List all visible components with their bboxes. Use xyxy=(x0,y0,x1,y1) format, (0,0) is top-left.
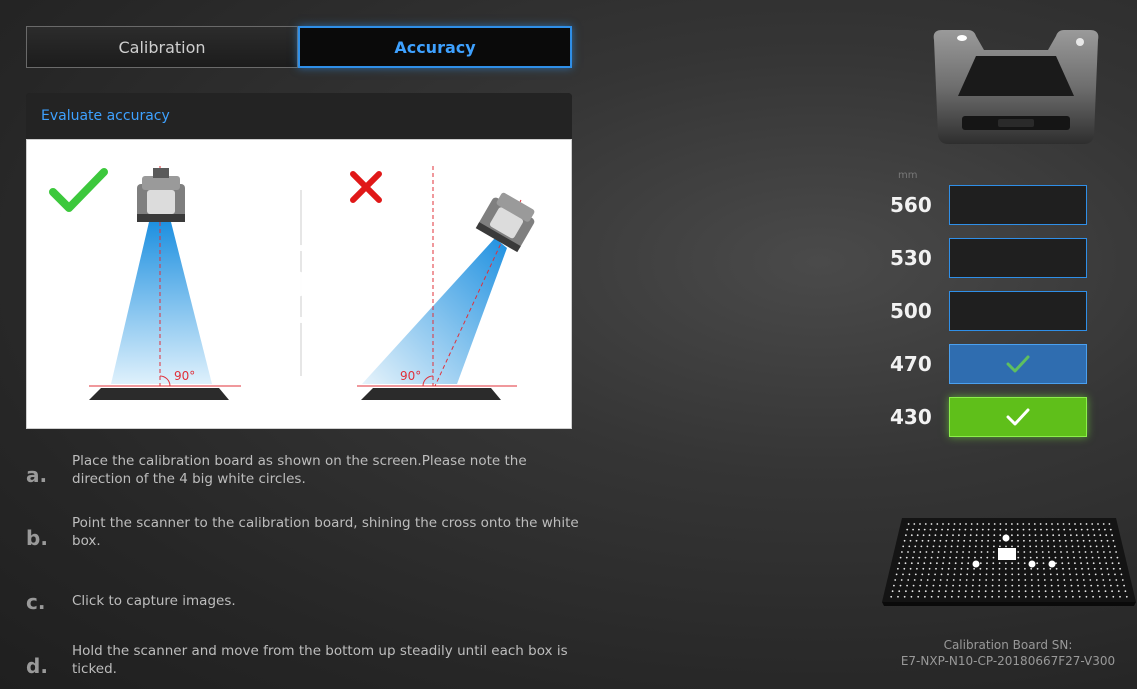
distance-row-470: 470 xyxy=(890,344,1090,384)
tab-calibration[interactable]: Calibration xyxy=(26,26,298,68)
check-icon xyxy=(1006,355,1030,373)
board-sn-value: E7-NXP-N10-CP-20180667F27-V300 xyxy=(900,654,1116,668)
step-letter: d. xyxy=(26,654,48,678)
distance-box-empty xyxy=(949,238,1087,278)
calibration-board-image xyxy=(880,514,1137,608)
unit-label: mm xyxy=(898,170,918,181)
step-text: Place the calibration board as shown on … xyxy=(72,453,527,487)
svg-text:90°: 90° xyxy=(400,369,421,383)
scanner-device-image xyxy=(928,26,1104,150)
play-icon[interactable] xyxy=(261,245,339,323)
distance-row-530: 530 xyxy=(890,238,1090,278)
evaluate-accuracy-panel: Evaluate accuracy 90° 90° xyxy=(26,93,572,429)
step-text: Point the scanner to the calibration boa… xyxy=(72,515,579,549)
distance-row-560: 560 xyxy=(890,185,1090,225)
step-text: Hold the scanner and move from the botto… xyxy=(72,643,568,677)
distance-box-done xyxy=(949,344,1087,384)
distance-box-empty xyxy=(949,185,1087,225)
distance-row-500: 500 xyxy=(890,291,1090,331)
check-icon xyxy=(49,168,108,212)
distance-label: 530 xyxy=(890,246,932,270)
check-icon xyxy=(1006,408,1030,426)
tab-accuracy[interactable]: Accuracy xyxy=(298,26,572,68)
scanner-correct-graphic: 90° xyxy=(89,166,241,400)
step-letter: c. xyxy=(26,590,46,614)
distance-label: 500 xyxy=(890,299,932,323)
scanner-incorrect-graphic: 90° xyxy=(357,166,535,400)
svg-text:90°: 90° xyxy=(174,369,195,383)
cross-icon xyxy=(350,171,382,203)
distance-label: 430 xyxy=(890,405,932,429)
scanner-orientation-illustration: 90° 90° xyxy=(26,139,572,429)
distance-box-empty xyxy=(949,291,1087,331)
mode-tabs: Calibration Accuracy xyxy=(26,26,572,68)
distance-box-current xyxy=(949,397,1087,437)
distance-label: 470 xyxy=(890,352,932,376)
step-letter: b. xyxy=(26,526,48,550)
panel-title: Evaluate accuracy xyxy=(26,93,572,139)
step-letter: a. xyxy=(26,463,48,487)
step-text: Click to capture images. xyxy=(72,593,236,609)
board-sn-title: Calibration Board SN: xyxy=(943,638,1073,652)
distance-label: 560 xyxy=(890,193,932,217)
distance-row-430: 430 xyxy=(890,397,1090,437)
